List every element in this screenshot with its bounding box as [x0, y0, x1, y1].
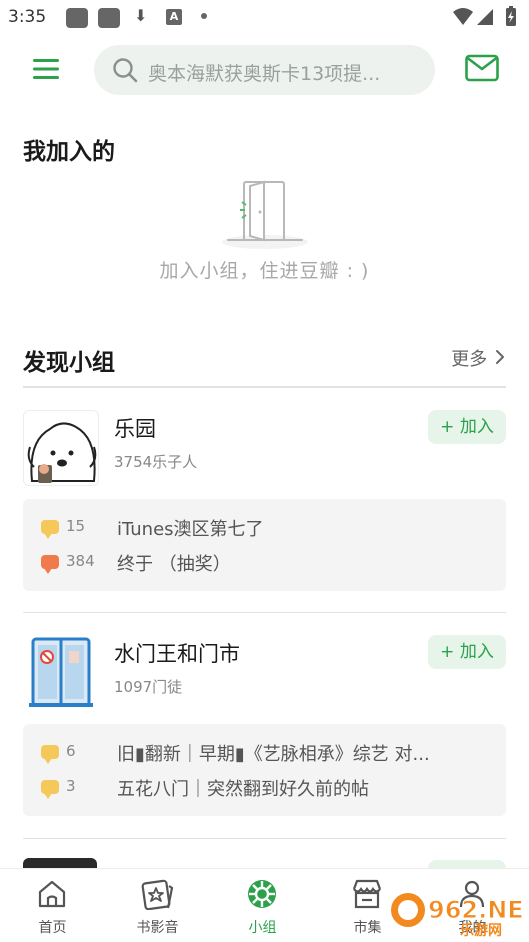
download-icon: ⬇ — [134, 6, 148, 25]
nav-label: 小组 — [248, 920, 277, 936]
post-title: 旧▮翻新｜早期▮《艺脉相承》综艺 对... — [117, 744, 430, 765]
more-label: 更多 — [451, 349, 488, 370]
group-card[interactable]: 乐园 3754乐子人 + 加入 15 iTunes澳区第七了 384 终于 （抽… — [23, 410, 506, 591]
nav-media[interactable]: 书影音 — [105, 869, 210, 942]
comment-icon — [41, 780, 59, 799]
watermark-subtext: 乐游网 — [460, 922, 502, 938]
nav-home[interactable]: 首页 — [0, 869, 105, 942]
notification-icon — [66, 8, 88, 28]
post-item[interactable]: 6 旧▮翻新｜早期▮《艺脉相承》综艺 对... — [41, 740, 491, 766]
post-item[interactable]: 3 五花八门｜突然翻到好久前的帖 — [41, 775, 491, 801]
market-icon — [352, 879, 382, 909]
group-icon — [248, 880, 276, 908]
joined-section-title: 我加入的 — [23, 139, 115, 165]
search-input[interactable]: 奥本海默获奥斯卡13项提... — [94, 45, 435, 95]
search-placeholder: 奥本海默获奥斯卡13项提... — [148, 63, 381, 85]
home-icon — [38, 880, 66, 908]
comment-icon — [41, 520, 59, 539]
comment-icon — [41, 745, 59, 764]
post-title: 五花八门｜突然翻到好久前的帖 — [117, 779, 369, 800]
discover-section-title: 发现小组 — [23, 350, 115, 376]
join-button[interactable]: + 加入 — [428, 635, 506, 669]
app-notification-icon: A — [166, 9, 182, 25]
group-member-count: 1097门徒 — [114, 678, 183, 696]
group-name: 水门王和门市 — [114, 642, 240, 666]
status-time: 3:35 — [8, 7, 47, 27]
group-posts: 15 iTunes澳区第七了 384 终于 （抽奖） — [23, 499, 506, 591]
post-comment-count: 3 — [66, 777, 76, 795]
more-link[interactable]: 更多 — [451, 345, 505, 371]
group-divider — [23, 612, 506, 613]
group-member-count: 3754乐子人 — [114, 453, 198, 471]
post-item[interactable]: 15 iTunes澳区第七了 — [41, 515, 491, 541]
group-posts: 6 旧▮翻新｜早期▮《艺脉相承》综艺 对... 3 五花八门｜突然翻到好久前的帖 — [23, 724, 506, 816]
post-title: 终于 （抽奖） — [117, 554, 231, 575]
status-bar: 3:35 ⬇ A — [0, 0, 529, 36]
section-divider — [23, 386, 506, 388]
post-title: iTunes澳区第七了 — [117, 519, 264, 540]
group-divider — [23, 838, 506, 839]
post-comment-count: 384 — [66, 552, 95, 570]
watermark-logo: 962.NET 乐游网 — [388, 884, 529, 939]
mail-icon[interactable] — [465, 54, 499, 86]
chevron-right-icon — [496, 350, 504, 364]
post-comment-count: 6 — [66, 742, 76, 760]
search-icon — [113, 58, 138, 83]
nav-label: 首页 — [38, 920, 67, 936]
group-avatar — [23, 635, 99, 711]
nav-group[interactable]: 小组 — [210, 869, 315, 942]
media-icon — [141, 879, 174, 910]
join-button[interactable]: + 加入 — [428, 410, 506, 444]
top-bar: 奥本海默获奥斯卡13项提... — [0, 40, 529, 98]
system-icons — [451, 6, 519, 32]
menu-icon[interactable] — [33, 57, 59, 81]
nav-label: 书影音 — [136, 920, 179, 936]
watermark-text: 962.NET — [428, 896, 524, 924]
post-comment-count: 15 — [66, 517, 86, 535]
group-name: 乐园 — [114, 417, 156, 441]
wifi-signal-battery-icon — [453, 6, 516, 26]
joined-empty-text: 加入小组，住进豆瓣 : ) — [159, 260, 370, 282]
notification-icon — [98, 8, 120, 28]
group-avatar — [23, 410, 99, 486]
more-notifications-icon — [201, 13, 207, 19]
post-item[interactable]: 384 终于 （抽奖） — [41, 550, 491, 576]
comment-icon — [41, 555, 59, 574]
group-card[interactable]: 水门王和门市 1097门徒 + 加入 6 旧▮翻新｜早期▮《艺脉相承》综艺 对.… — [23, 635, 506, 816]
empty-door-illustration — [220, 178, 310, 254]
